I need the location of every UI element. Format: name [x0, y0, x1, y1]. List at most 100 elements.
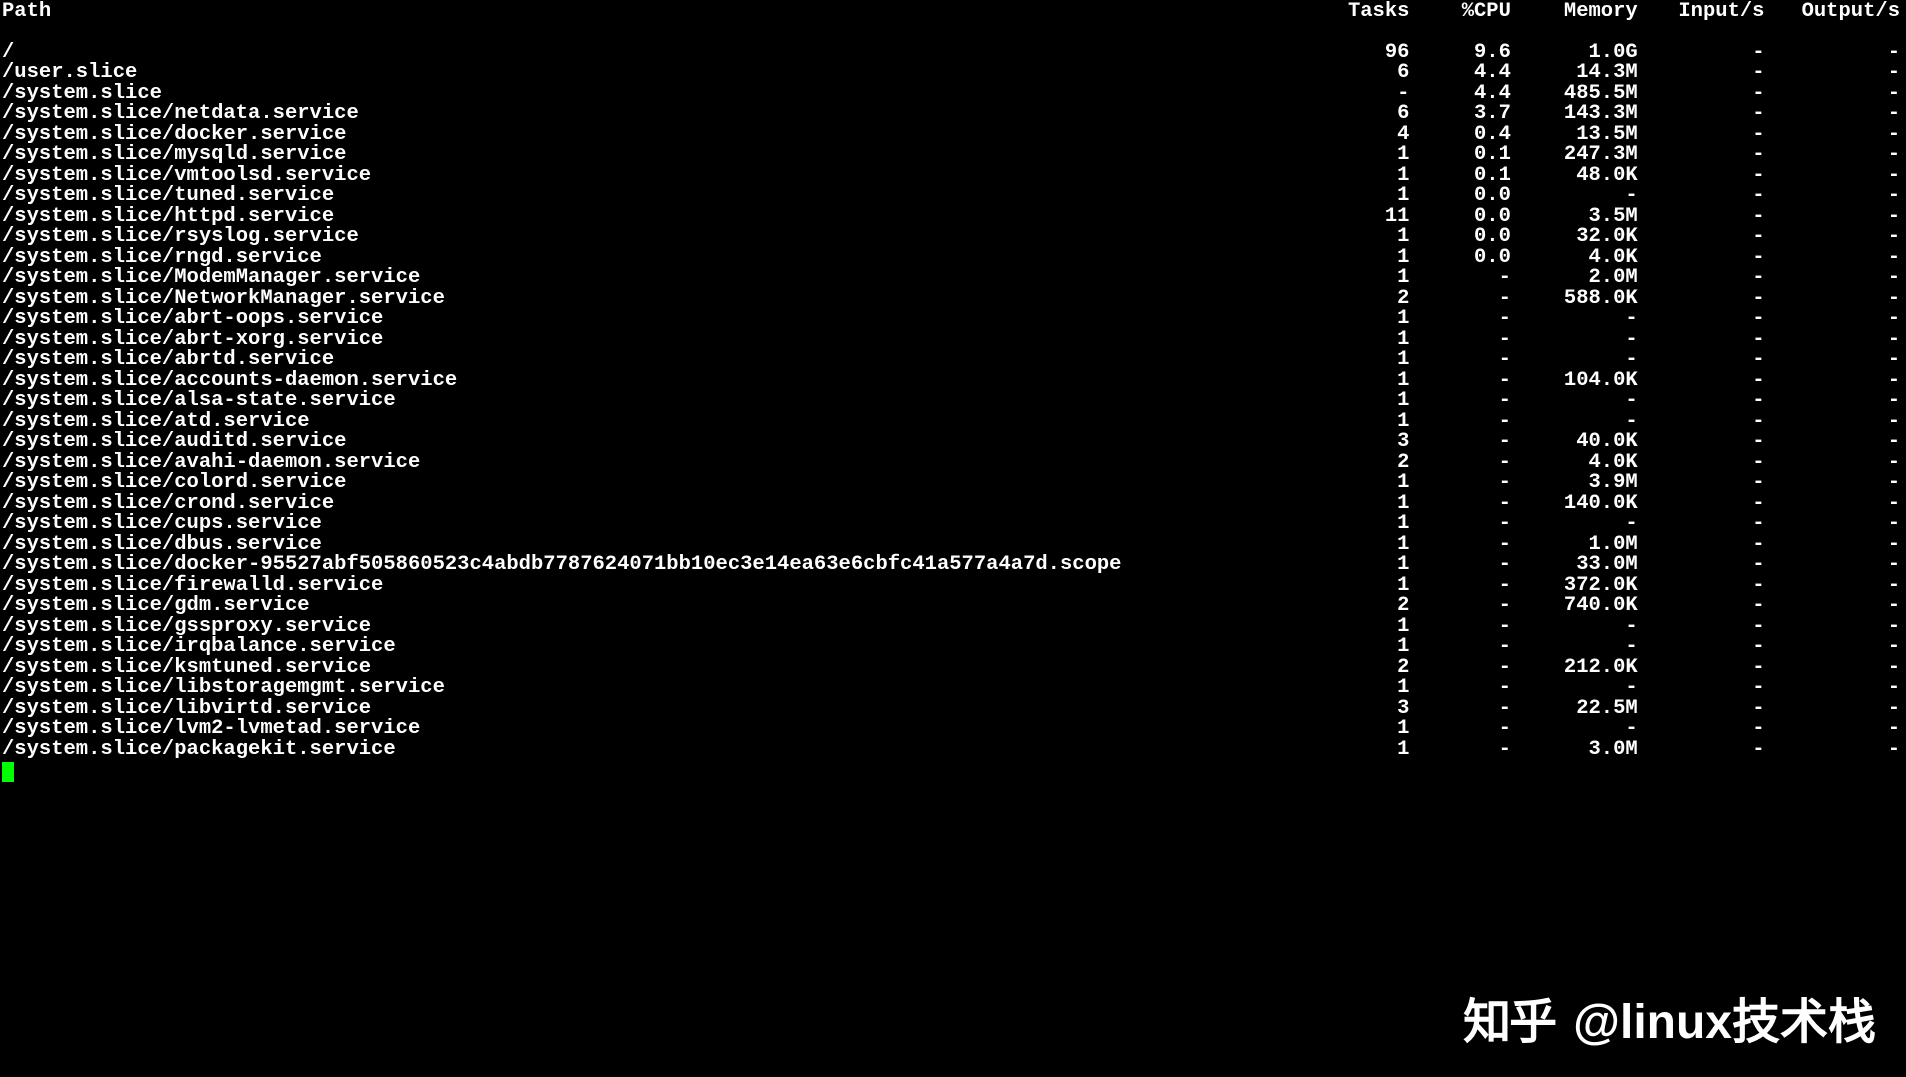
cell-input: -: [1638, 84, 1765, 105]
cell-tasks: 6: [1308, 104, 1409, 125]
cell-tasks: 1: [1308, 391, 1409, 412]
cell-output: -: [1765, 617, 1905, 638]
cell-path: /system.slice/alsa-state.service: [2, 391, 1308, 412]
table-row: /system.slice/colord.service1-3.9M--: [2, 473, 1904, 494]
table-row: /system.slice/gssproxy.service1----: [2, 617, 1904, 638]
cell-path: /system.slice/httpd.service: [2, 207, 1308, 228]
cell-path: /system.slice/auditd.service: [2, 432, 1308, 453]
header-memory: Memory: [1511, 2, 1638, 43]
cell-tasks: 1: [1308, 494, 1409, 515]
cell-tasks: 1: [1308, 268, 1409, 289]
cell-input: -: [1638, 186, 1765, 207]
cell-memory: 40.0K: [1511, 432, 1638, 453]
cell-path: /system.slice/tuned.service: [2, 186, 1308, 207]
cell-path: /system.slice/gdm.service: [2, 596, 1308, 617]
table-row: /system.slice/atd.service1----: [2, 412, 1904, 433]
cell-memory: 3.9M: [1511, 473, 1638, 494]
cell-path: /system.slice/atd.service: [2, 412, 1308, 433]
cell-input: -: [1638, 494, 1765, 515]
cell-path: /system.slice/docker.service: [2, 125, 1308, 146]
table-row: /system.slice/httpd.service110.03.5M--: [2, 207, 1904, 228]
cell-output: -: [1765, 63, 1905, 84]
cell-memory: -: [1511, 330, 1638, 351]
cell-output: -: [1765, 453, 1905, 474]
table-row: /system.slice/ModemManager.service1-2.0M…: [2, 268, 1904, 289]
cell-cpu: 0.0: [1409, 227, 1510, 248]
cell-path: /system.slice/abrt-oops.service: [2, 309, 1308, 330]
cell-cpu: 4.4: [1409, 63, 1510, 84]
cell-output: -: [1765, 350, 1905, 371]
table-row: /system.slice/accounts-daemon.service1-1…: [2, 371, 1904, 392]
cell-output: -: [1765, 104, 1905, 125]
cell-memory: 485.5M: [1511, 84, 1638, 105]
cell-input: -: [1638, 350, 1765, 371]
cell-tasks: 2: [1308, 596, 1409, 617]
terminal-output[interactable]: Path Tasks %CPU Memory Input/s Output/s …: [0, 0, 1906, 791]
cell-cpu: -: [1409, 514, 1510, 535]
cell-cpu: -: [1409, 596, 1510, 617]
cell-input: -: [1638, 145, 1765, 166]
cell-output: -: [1765, 289, 1905, 310]
cell-cpu: 3.7: [1409, 104, 1510, 125]
cell-memory: 104.0K: [1511, 371, 1638, 392]
cell-output: -: [1765, 432, 1905, 453]
cell-output: -: [1765, 473, 1905, 494]
table-row: /system.slice/avahi-daemon.service2-4.0K…: [2, 453, 1904, 474]
cell-tasks: 6: [1308, 63, 1409, 84]
table-row: /system.slice-4.4485.5M--: [2, 84, 1904, 105]
cell-input: -: [1638, 330, 1765, 351]
cell-input: -: [1638, 207, 1765, 228]
cell-cpu: -: [1409, 555, 1510, 576]
cell-path: /system.slice/libstoragemgmt.service: [2, 678, 1308, 699]
cell-cpu: -: [1409, 494, 1510, 515]
table-row: /969.61.0G--: [2, 43, 1904, 64]
table-row: /system.slice/rsyslog.service10.032.0K--: [2, 227, 1904, 248]
cell-path: /system.slice/avahi-daemon.service: [2, 453, 1308, 474]
cell-tasks: 1: [1308, 248, 1409, 269]
cell-input: -: [1638, 104, 1765, 125]
cell-tasks: 1: [1308, 145, 1409, 166]
cell-tasks: 1: [1308, 719, 1409, 740]
cell-cpu: -: [1409, 412, 1510, 433]
cell-path: /system.slice/abrtd.service: [2, 350, 1308, 371]
cell-output: -: [1765, 596, 1905, 617]
cell-input: -: [1638, 289, 1765, 310]
cell-tasks: 1: [1308, 309, 1409, 330]
cell-output: -: [1765, 699, 1905, 720]
terminal-cursor: [2, 762, 14, 782]
cell-tasks: 1: [1308, 576, 1409, 597]
cell-input: -: [1638, 637, 1765, 658]
table-row: /system.slice/crond.service1-140.0K--: [2, 494, 1904, 515]
cell-memory: 4.0K: [1511, 248, 1638, 269]
cell-output: -: [1765, 166, 1905, 187]
cell-input: -: [1638, 555, 1765, 576]
table-row: /system.slice/abrtd.service1----: [2, 350, 1904, 371]
table-row: /system.slice/dbus.service1-1.0M--: [2, 535, 1904, 556]
cell-path: /system.slice/abrt-xorg.service: [2, 330, 1308, 351]
cell-cpu: -: [1409, 699, 1510, 720]
cell-memory: 32.0K: [1511, 227, 1638, 248]
table-row: /system.slice/alsa-state.service1----: [2, 391, 1904, 412]
cell-tasks: 3: [1308, 699, 1409, 720]
cell-input: -: [1638, 43, 1765, 64]
table-row: /system.slice/libvirtd.service3-22.5M--: [2, 699, 1904, 720]
cell-tasks: 1: [1308, 412, 1409, 433]
cell-input: -: [1638, 412, 1765, 433]
cell-memory: 3.0M: [1511, 740, 1638, 761]
cell-tasks: 1: [1308, 740, 1409, 761]
cell-path: /system.slice/mysqld.service: [2, 145, 1308, 166]
table-row: /system.slice/firewalld.service1-372.0K-…: [2, 576, 1904, 597]
cell-memory: -: [1511, 678, 1638, 699]
watermark: 知乎 @linux技术栈: [1463, 999, 1876, 1047]
cell-cpu: -: [1409, 391, 1510, 412]
cell-tasks: 1: [1308, 678, 1409, 699]
cell-cpu: -: [1409, 268, 1510, 289]
cell-input: -: [1638, 719, 1765, 740]
cell-path: /system.slice/ModemManager.service: [2, 268, 1308, 289]
cell-cpu: -: [1409, 740, 1510, 761]
cell-tasks: 1: [1308, 535, 1409, 556]
cell-memory: -: [1511, 719, 1638, 740]
cell-cpu: -: [1409, 453, 1510, 474]
cell-cpu: 0.1: [1409, 145, 1510, 166]
table-row: /user.slice64.414.3M--: [2, 63, 1904, 84]
